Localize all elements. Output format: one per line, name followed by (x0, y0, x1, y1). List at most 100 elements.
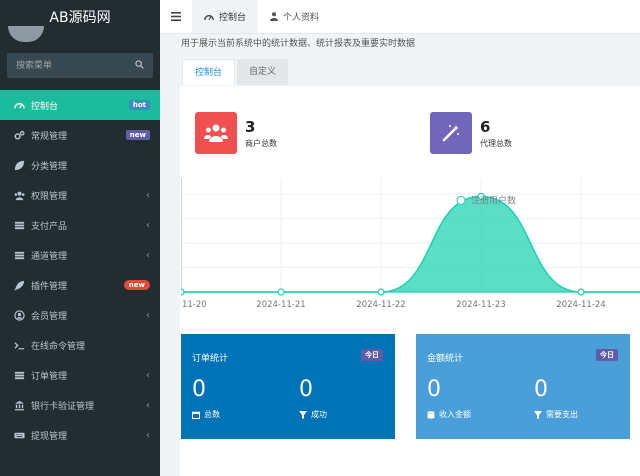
magic-wand-icon (430, 112, 472, 154)
sidebar-menu: 控制台 hot 常规管理 new 分类管理 权限管理 ‹ 支付产品 ‹ 通道管理… (0, 90, 160, 450)
calendar-icon (192, 411, 200, 419)
income-value: 0 (427, 377, 441, 402)
series-label: 注册用户数 (471, 194, 516, 206)
hot-badge: hot (128, 100, 150, 110)
sidebar-item-label: 控制台 (31, 101, 59, 112)
chevron-left-icon: ‹ (146, 189, 150, 201)
dashboard-icon (14, 100, 25, 111)
merchant-stat: 3 商户总数 (195, 112, 277, 154)
cogs-icon (14, 130, 25, 141)
list-icon (14, 220, 25, 231)
sidebar-item-label: 常规管理 (31, 131, 68, 142)
sidebar-item-dashboard[interactable]: 控制台 hot (0, 90, 160, 120)
chevron-left-icon: ‹ (146, 309, 150, 321)
sidebar-item-label: 银行卡验证管理 (31, 401, 95, 412)
x-tick-label: 2024-11-21 (256, 300, 305, 310)
merchant-label: 商户总数 (245, 138, 277, 148)
series-area (181, 196, 640, 292)
agent-stat: 6 代理总数 (430, 112, 512, 154)
today-badge: 今日 (361, 349, 383, 361)
sidebar-item-plugin[interactable]: 插件管理 new (0, 270, 160, 300)
order-success-caption: 成功 (299, 409, 327, 420)
merchant-count: 3 (245, 117, 256, 136)
terminal-icon (14, 340, 25, 351)
sidebar-item-label: 通道管理 (31, 251, 68, 262)
x-tick-label: 2024-11-23 (456, 300, 505, 310)
sidebar-item-label: 支付产品 (31, 221, 68, 232)
rocket-icon (14, 280, 25, 291)
sidebar-item-label: 提现管理 (31, 431, 68, 442)
sidebar-item-label: 插件管理 (31, 281, 68, 292)
registration-chart: 注册用户数 11-20 2024-11-21 2024-11-22 2024-11-23… (181, 178, 640, 310)
sidebar-item-bank-verify[interactable]: 银行卡验证管理 ‹ (0, 390, 160, 420)
sidebar-item-category[interactable]: 分类管理 (0, 150, 160, 180)
filter-icon (534, 410, 542, 419)
x-tick-label: 11-20 (182, 300, 207, 310)
chevron-left-icon: ‹ (146, 399, 150, 411)
filter-icon (299, 410, 307, 419)
page-description: 用于展示当前系统中的统计数据、统计报表及重要实时数据 (181, 39, 416, 49)
content-tabs: 控制台 自定义 (182, 59, 289, 85)
sidebar-item-payment-product[interactable]: 支付产品 ‹ (0, 210, 160, 240)
sidebar-item-channel[interactable]: 通道管理 ‹ (0, 240, 160, 270)
sidebar-item-command[interactable]: 在线命令管理 (0, 330, 160, 360)
chevron-left-icon: ‹ (146, 369, 150, 381)
x-tick-label: 2024-11-22 (356, 300, 405, 310)
expense-label: 需要支出 (546, 410, 578, 419)
order-stats-card: 订单统计 今日 0 0 总数 成功 (181, 334, 395, 439)
user-circle-icon (14, 309, 25, 321)
income-label: 收入金额 (439, 410, 471, 419)
search-input[interactable] (7, 53, 153, 78)
order-total-caption: 总数 (192, 409, 220, 420)
tab-label: 个人资料 (283, 13, 320, 23)
chevron-left-icon: ‹ (146, 249, 150, 261)
sidebar-item-withdraw[interactable]: 提现管理 ‹ (0, 420, 160, 450)
sidebar-item-label: 订单管理 (31, 371, 68, 382)
list-icon (14, 370, 25, 381)
chevron-left-icon: ‹ (146, 429, 150, 441)
x-tick-label: 2024-11-24 (556, 300, 605, 310)
legend-marker (456, 195, 466, 205)
tab-profile[interactable]: 个人资料 (258, 0, 331, 33)
menu-toggle-icon[interactable] (160, 0, 192, 33)
tab-custom[interactable]: 自定义 (237, 59, 289, 85)
list-icon (14, 250, 25, 261)
search-icon[interactable] (135, 60, 144, 69)
data-point[interactable] (377, 288, 385, 296)
sidebar: AB源码网 控制台 hot 常规管理 new 分类管理 权限管理 ‹ 支付产品 (0, 0, 160, 476)
chevron-left-icon: ‹ (146, 219, 150, 231)
new-badge: new (123, 280, 150, 290)
user-icon (270, 12, 279, 21)
amount-stats-card: 金额统计 今日 0 0 收入金额 需要支出 (416, 334, 630, 439)
dashboard-panel: 3 商户总数 6 代理总数 注册用户数 11-20 2024-11-21 2024-1… (180, 86, 640, 476)
avatar (8, 26, 44, 42)
dashboard-icon (204, 12, 214, 21)
leaf-icon (14, 160, 25, 171)
data-point[interactable] (577, 288, 585, 296)
order-success-label: 成功 (311, 410, 327, 419)
card-title: 订单统计 (192, 354, 229, 364)
sidebar-item-label: 在线命令管理 (31, 341, 86, 352)
data-point[interactable] (181, 288, 185, 296)
tab-label: 控制台 (219, 13, 247, 23)
users-icon (195, 112, 237, 154)
top-navbar: 控制台 个人资料 (160, 0, 640, 34)
sidebar-item-member[interactable]: 会员管理 ‹ (0, 300, 160, 330)
card-title: 金额统计 (427, 354, 464, 364)
order-total-value: 0 (192, 377, 206, 402)
order-success-value: 0 (299, 377, 313, 402)
sidebar-search (7, 53, 153, 78)
sidebar-item-label: 分类管理 (31, 161, 68, 172)
order-total-label: 总数 (204, 410, 220, 419)
data-point[interactable] (277, 288, 285, 296)
sidebar-item-general[interactable]: 常规管理 new (0, 120, 160, 150)
brand-logo[interactable]: AB源码网 (0, 0, 160, 42)
users-icon (14, 190, 25, 201)
tab-dashboard[interactable]: 控制台 (192, 0, 259, 33)
sidebar-item-order[interactable]: 订单管理 ‹ (0, 360, 160, 390)
bank-icon (14, 400, 25, 411)
database-icon (427, 410, 435, 419)
main-content: 用于展示当前系统中的统计数据、统计报表及重要实时数据 控制台 自定义 3 商户总… (160, 34, 640, 476)
sidebar-item-permission[interactable]: 权限管理 ‹ (0, 180, 160, 210)
tab-console[interactable]: 控制台 (182, 59, 236, 85)
